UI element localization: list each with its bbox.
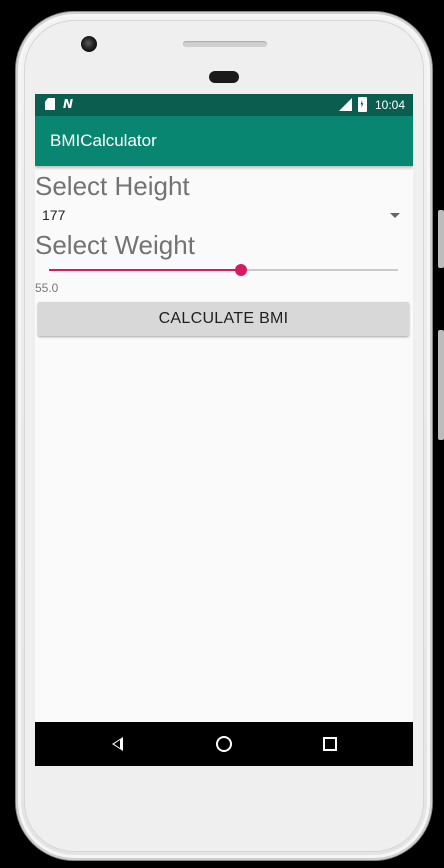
- battery-icon: [357, 97, 367, 112]
- navigation-bar: [35, 722, 413, 766]
- weight-label: Select Weight: [35, 230, 195, 260]
- sd-card-icon: [45, 98, 55, 110]
- weight-value: 55.0: [35, 281, 59, 295]
- slider-thumb[interactable]: [234, 264, 247, 276]
- height-label: Select Height: [35, 171, 190, 201]
- power-button: [438, 330, 444, 440]
- status-time: 10:04: [374, 97, 405, 112]
- slider-fill: [49, 269, 241, 271]
- height-spinner[interactable]: 177: [35, 205, 405, 227]
- weight-slider[interactable]: [49, 261, 398, 279]
- front-camera: [81, 36, 97, 52]
- phone-chin: [35, 766, 413, 846]
- status-bar: N LTE 10:04: [35, 94, 413, 116]
- back-icon[interactable]: [112, 737, 123, 751]
- app-bar: BMICalculator: [35, 116, 413, 166]
- earpiece-speaker: [183, 41, 267, 47]
- height-spinner-value: 177: [42, 207, 66, 223]
- dropdown-arrow-icon: [390, 213, 400, 218]
- screen: N LTE 10:04 BMICalculator Select Height …: [35, 94, 413, 766]
- n-icon: N: [63, 97, 74, 111]
- proximity-sensor: [209, 71, 239, 83]
- volume-button: [438, 210, 444, 268]
- signal-lte-icon: LTE: [338, 98, 352, 111]
- app-title: BMICalculator: [50, 131, 157, 150]
- recent-apps-icon[interactable]: [323, 737, 337, 751]
- home-icon[interactable]: [216, 736, 232, 752]
- calculate-bmi-button[interactable]: CALCULATE BMI: [38, 302, 409, 336]
